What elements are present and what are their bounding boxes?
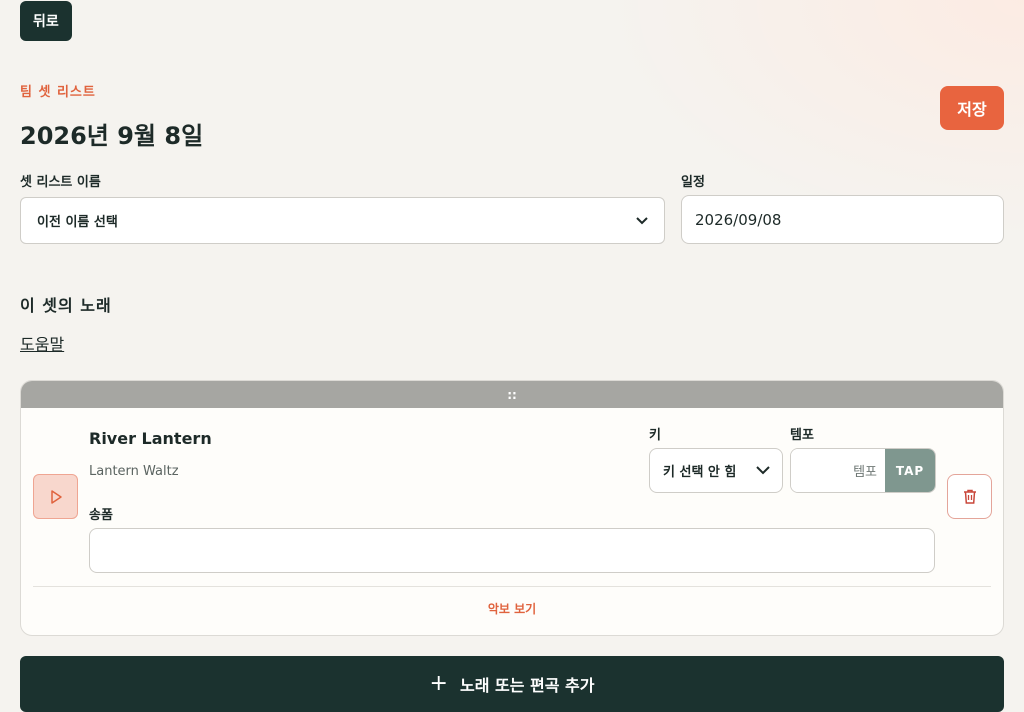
trash-icon (963, 489, 976, 504)
add-song-button[interactable]: + 노래 또는 편곡 추가 (20, 656, 1004, 712)
plus-icon: + (429, 671, 448, 696)
save-button[interactable]: 저장 (940, 86, 1004, 130)
setlist-name-label: 셋 리스트 이름 (20, 175, 101, 190)
back-button[interactable]: 뒤로 (20, 1, 72, 41)
song-card: :: River Lantern Lantern Waltz 키 키 선택 안 … (20, 380, 1004, 636)
song-subtitle: Lantern Waltz (89, 464, 179, 479)
chevron-down-icon (756, 466, 770, 475)
tap-tempo-button[interactable]: TAP (885, 449, 935, 492)
key-select[interactable]: 키 선택 안 힘 (649, 448, 783, 493)
play-button[interactable] (33, 474, 78, 519)
tempo-group: 템포 TAP (790, 448, 936, 493)
date-label: 일정 (681, 175, 705, 190)
page-title: 2026년 9월 8일 (20, 122, 204, 150)
page-eyebrow: 팀 셋 리스트 (20, 85, 96, 100)
chevron-down-icon (636, 216, 648, 224)
setlist-name-selected: 이전 이름 선택 (37, 215, 118, 230)
drag-handle[interactable]: :: (21, 381, 1003, 408)
card-divider (33, 586, 991, 587)
song-title: River Lantern (89, 429, 212, 448)
setlist-name-select[interactable]: 이전 이름 선택 (20, 197, 665, 244)
date-input[interactable]: 2026/09/08 (681, 195, 1004, 244)
tempo-label: 템포 (790, 428, 814, 443)
transpose-label: 송폼 (89, 508, 113, 523)
help-link[interactable]: 도움말 (20, 331, 64, 355)
transpose-input[interactable] (89, 528, 935, 573)
key-label: 키 (649, 428, 661, 443)
add-song-label: 노래 또는 편곡 추가 (459, 676, 595, 695)
play-icon (50, 489, 62, 504)
delete-song-button[interactable] (947, 474, 992, 519)
tempo-input[interactable]: 템포 (791, 449, 885, 492)
songs-section-title: 이 셋의 노래 (20, 296, 112, 315)
view-sheet-link[interactable]: 악보 보기 (21, 600, 1003, 617)
key-selected: 키 선택 안 힘 (663, 465, 737, 480)
